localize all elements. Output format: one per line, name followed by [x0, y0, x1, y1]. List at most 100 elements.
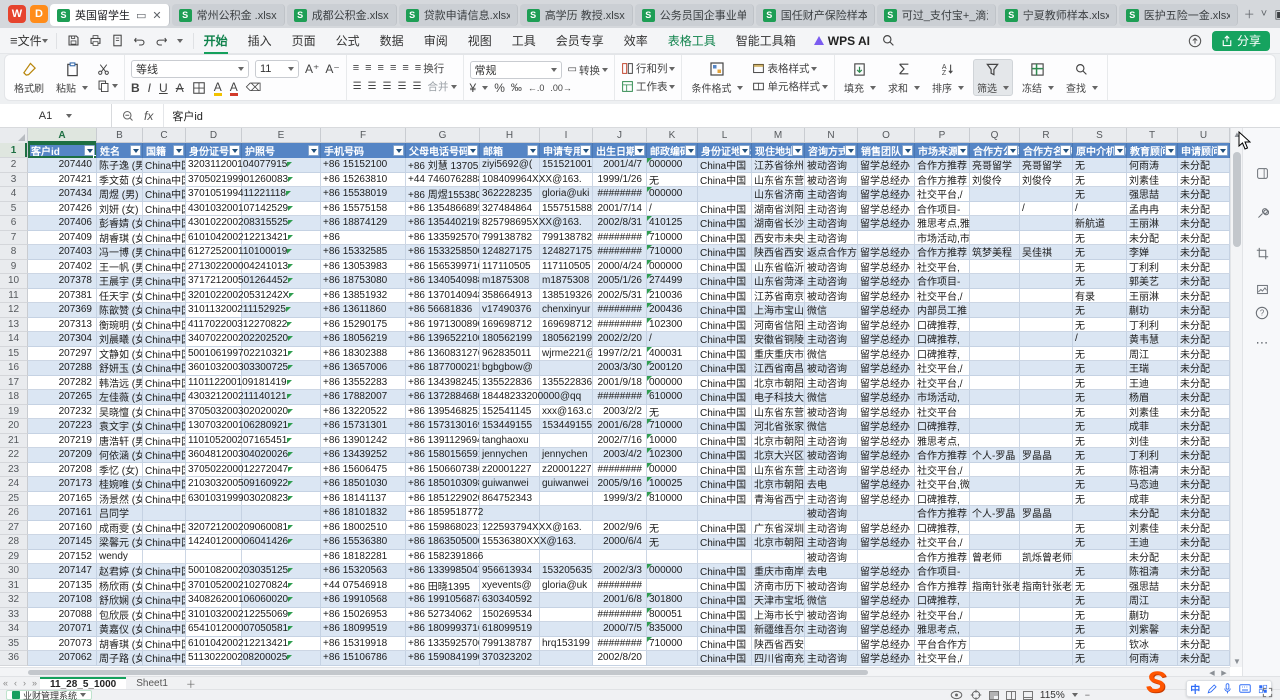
- cell-U15[interactable]: 未分配: [1178, 347, 1230, 362]
- cell-P34[interactable]: 雅思考点,: [915, 622, 970, 637]
- cell-O20[interactable]: 留学总经办: [858, 419, 915, 434]
- cell-A21[interactable]: 207219: [28, 434, 97, 449]
- cell-F11[interactable]: +86 13851932: [321, 289, 406, 304]
- cell-C29[interactable]: [143, 550, 186, 565]
- cell-O26[interactable]: [858, 506, 915, 521]
- cell-D11[interactable]: 32010220020531242X: [186, 289, 242, 304]
- cell-T9[interactable]: 丁利利: [1127, 260, 1178, 275]
- cell-J26[interactable]: [593, 506, 647, 521]
- header-cell-O[interactable]: 销售团队: [858, 143, 915, 158]
- cell-G5[interactable]: +86 1354866895: [406, 202, 480, 217]
- cell-C7[interactable]: China中国: [143, 231, 186, 246]
- cell-S22[interactable]: 无: [1073, 448, 1127, 463]
- cell-M12[interactable]: 上海市宝山: [752, 303, 805, 318]
- cell-D32[interactable]: 340826200106060020: [186, 593, 242, 608]
- cell-S33[interactable]: 无: [1073, 608, 1127, 623]
- column-header-I[interactable]: I: [540, 128, 593, 143]
- cell-P13[interactable]: 口碑推荐,: [915, 318, 970, 333]
- cell-S28[interactable]: 无: [1073, 535, 1127, 550]
- cell-S23[interactable]: 无: [1073, 463, 1127, 478]
- cell-M36[interactable]: 四川省南充: [752, 651, 805, 666]
- cell-K26[interactable]: [647, 506, 698, 521]
- cell-T2[interactable]: 何雨涛: [1127, 158, 1178, 173]
- row-number-6[interactable]: 6: [0, 216, 28, 231]
- cell-B9[interactable]: 王一帆 (男: [97, 260, 143, 275]
- cell-P25[interactable]: 口碑推荐,: [915, 492, 970, 507]
- cell-O36[interactable]: 留学总经办: [858, 651, 915, 666]
- cell-D30[interactable]: 500108200203035125: [186, 564, 242, 579]
- cell-Q26[interactable]: 个人-罗晶: [970, 506, 1020, 521]
- header-cell-J[interactable]: 出生日期: [593, 143, 647, 158]
- cell-H10[interactable]: m1875308: [480, 274, 540, 289]
- cell-G31[interactable]: +86 田晓1395: [406, 579, 480, 594]
- cell-G26[interactable]: +86 1859518772: [406, 506, 480, 521]
- header-cell-F[interactable]: 手机号码: [321, 143, 406, 158]
- file-tab-7[interactable]: S可过_支付宝+_滴滴: [877, 4, 996, 26]
- wps-docs-icon[interactable]: D: [30, 5, 48, 23]
- menu-tab-数据[interactable]: 数据: [370, 28, 414, 54]
- cell-F2[interactable]: +86 15152100: [321, 158, 406, 173]
- cell-R29[interactable]: 凯烁曾老师: [1020, 550, 1073, 565]
- cell-G23[interactable]: +86 1506607386: [406, 463, 480, 478]
- cell-P29[interactable]: 合作方推荐: [915, 550, 970, 565]
- cell-M17[interactable]: 北京市朝阳: [752, 376, 805, 391]
- cell-H19[interactable]: 152541145: [480, 405, 540, 420]
- cell-J25[interactable]: 1999/3/2: [593, 492, 647, 507]
- file-menu[interactable]: ≡ 文件: [0, 32, 56, 49]
- cell-C22[interactable]: China中国: [143, 448, 186, 463]
- cell-S10[interactable]: 无: [1073, 274, 1127, 289]
- help-icon[interactable]: ?: [1253, 304, 1271, 322]
- cell-G32[interactable]: +86 1991056878: [406, 593, 480, 608]
- page-break-view-icon[interactable]: [1023, 691, 1033, 700]
- cell-T30[interactable]: 陈祖清: [1127, 564, 1178, 579]
- cell-L36[interactable]: China中国: [698, 651, 752, 666]
- cell-C24[interactable]: China中国: [143, 477, 186, 492]
- cell-D36[interactable]: 511302200208200025: [186, 651, 242, 666]
- cell-I25[interactable]: [540, 492, 593, 507]
- cell-P28[interactable]: 社交平台,/: [915, 535, 970, 550]
- cell-P8[interactable]: 合作方推荐: [915, 245, 970, 260]
- cell-I22[interactable]: jennychen: [540, 448, 593, 463]
- cell-H11[interactable]: 358664913: [480, 289, 540, 304]
- cell-J20[interactable]: 2001/6/28: [593, 419, 647, 434]
- cell-D3[interactable]: 370502199901260083: [186, 173, 242, 188]
- cell-K8[interactable]: 710000: [647, 245, 698, 260]
- cell-L7[interactable]: China中国: [698, 231, 752, 246]
- cell-R21[interactable]: [1020, 434, 1073, 449]
- convert-button[interactable]: ▭转换: [568, 63, 608, 78]
- underline-button[interactable]: U: [159, 82, 168, 94]
- row-number-10[interactable]: 10: [0, 274, 28, 289]
- cell-O19[interactable]: 留学总经办: [858, 405, 915, 420]
- cell-S7[interactable]: 无: [1073, 231, 1127, 246]
- cell-T7[interactable]: 未分配: [1127, 231, 1178, 246]
- column-header-M[interactable]: M: [752, 128, 805, 143]
- cell-M4[interactable]: 山东省济南: [752, 187, 805, 202]
- file-tab-6[interactable]: S国任财产保险样本.x: [756, 4, 875, 26]
- cell-U9[interactable]: 未分配: [1178, 260, 1230, 275]
- cell-T23[interactable]: 陈祖清: [1127, 463, 1178, 478]
- cell-F21[interactable]: +86 13901242: [321, 434, 406, 449]
- wrap-text-button[interactable]: ≡换行: [415, 61, 444, 76]
- cell-L23[interactable]: China中国: [698, 463, 752, 478]
- cell-F29[interactable]: +86 18182281: [321, 550, 406, 565]
- cell-P11[interactable]: 社交平台,/: [915, 289, 970, 304]
- cell-G35[interactable]: +86 1335925706: [406, 637, 480, 652]
- row-number-28[interactable]: 28: [0, 535, 28, 550]
- cell-I36[interactable]: [540, 651, 593, 666]
- cell-H13[interactable]: 169698712: [480, 318, 540, 333]
- cell-M14[interactable]: 安徽省铜陵: [752, 332, 805, 347]
- cell-T22[interactable]: 丁利利: [1127, 448, 1178, 463]
- cell-F14[interactable]: +86 18056219: [321, 332, 406, 347]
- cell-Q35[interactable]: [970, 637, 1020, 652]
- cell-L3[interactable]: China中国: [698, 173, 752, 188]
- cell-B17[interactable]: 韩浩远 (男: [97, 376, 143, 391]
- cell-M11[interactable]: 江苏省南京: [752, 289, 805, 304]
- cell-C13[interactable]: China中国: [143, 318, 186, 333]
- cell-A16[interactable]: 207288: [28, 361, 97, 376]
- cell-S34[interactable]: 无: [1073, 622, 1127, 637]
- column-header-J[interactable]: J: [593, 128, 647, 143]
- cell-P18[interactable]: 市场活动,: [915, 390, 970, 405]
- copy-button[interactable]: [97, 79, 118, 92]
- column-header-K[interactable]: K: [647, 128, 698, 143]
- cell-R16[interactable]: [1020, 361, 1073, 376]
